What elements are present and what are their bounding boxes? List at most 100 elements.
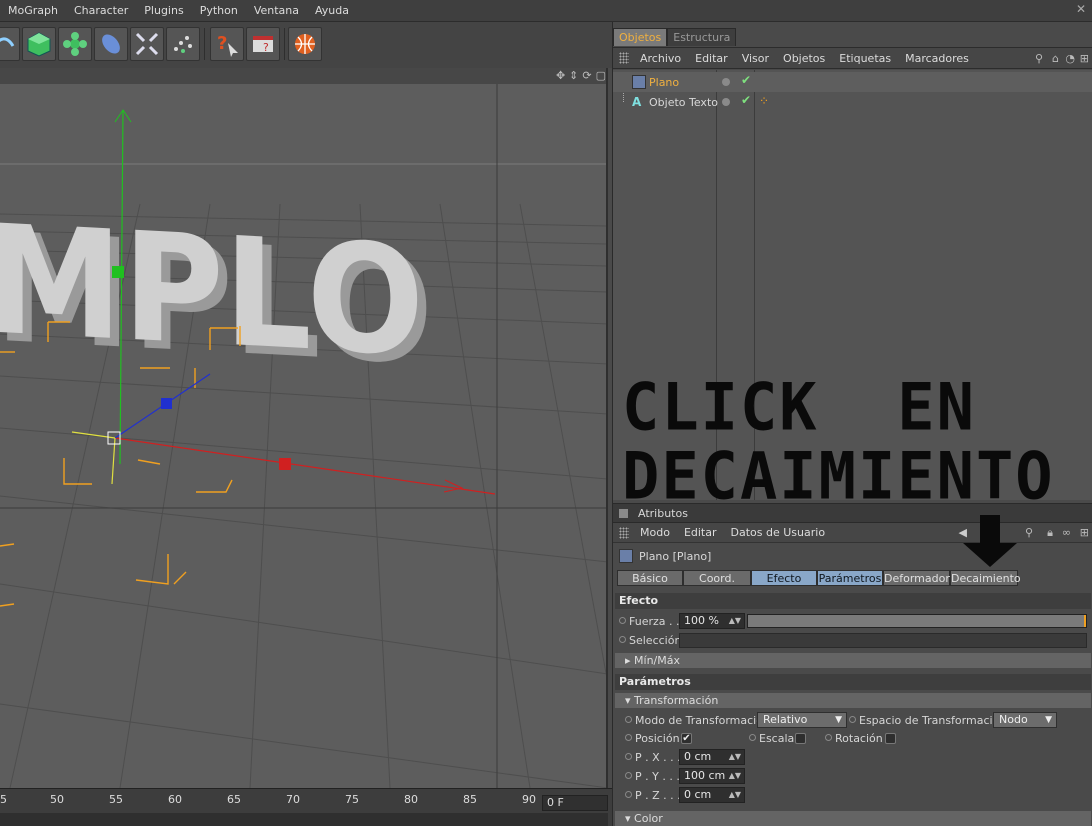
modo-transformacion-label: Modo de Transformación <box>625 714 770 727</box>
section-efecto[interactable]: Efecto <box>615 593 1091 609</box>
particle-tool-button[interactable] <box>166 27 200 61</box>
visibility-dot[interactable] <box>722 78 730 86</box>
fuerza-field[interactable]: 100 % ▲▼ <box>679 613 745 629</box>
tab-deformador[interactable]: Deformador <box>883 570 950 586</box>
visibility-dot[interactable] <box>722 98 730 106</box>
py-field[interactable]: 100 cm ▲▼ <box>679 768 745 784</box>
escala-checkbox[interactable] <box>795 733 806 744</box>
3d-viewport[interactable]: ✥ ⇕ ⟳ ▢ MPLO MPLO <box>0 68 608 788</box>
menu-marcadores[interactable]: Marcadores <box>898 52 976 65</box>
pz-field[interactable]: 0 cm ▲▼ <box>679 787 745 803</box>
search-icon[interactable]: ⚲ <box>1025 526 1033 539</box>
tab-coord[interactable]: Coord. <box>683 570 751 586</box>
tab-objetos[interactable]: Objetos <box>613 28 668 46</box>
timeline[interactable]: 5 50 55 60 65 70 75 80 85 90 0 F <box>0 788 612 826</box>
menu-character[interactable]: Character <box>66 4 136 17</box>
minmax-group[interactable]: ▸ Mín/Máx <box>615 653 1091 668</box>
menu-objetos[interactable]: Objetos <box>776 52 832 65</box>
posicion-label: Posición <box>625 732 680 745</box>
playback-bar[interactable] <box>0 813 608 826</box>
toolbar-separator <box>204 28 205 60</box>
link-icon[interactable]: ∞ <box>1062 526 1071 539</box>
render-globe-icon <box>295 34 315 54</box>
close-icon[interactable]: ✕ <box>1076 2 1086 16</box>
home-icon[interactable]: ⌂ <box>1052 52 1059 65</box>
deformer-icon <box>102 34 120 54</box>
menu-visor[interactable]: Visor <box>735 52 776 65</box>
zoom-view-icon[interactable]: ⇕ <box>569 69 578 82</box>
transformacion-label: Transformación <box>634 694 719 707</box>
deformer-tool-button[interactable] <box>94 27 128 61</box>
section-parametros[interactable]: Parámetros <box>615 674 1091 690</box>
viewport-scene[interactable]: MPLO MPLO <box>0 84 608 788</box>
menu-modo[interactable]: Modo <box>633 526 677 539</box>
tab-parametros[interactable]: Parámetros <box>817 570 883 586</box>
menu-mograph[interactable]: MoGraph <box>0 4 66 17</box>
search-icon[interactable]: ⚲ <box>1035 52 1043 65</box>
text-object-icon: A <box>632 95 642 109</box>
modo-transformacion-dropdown[interactable]: Relativo ▼ <box>757 712 847 728</box>
px-field[interactable]: 0 cm ▲▼ <box>679 749 745 765</box>
timeline-tick: 80 <box>404 793 418 806</box>
3d-text-object[interactable]: MPLO MPLO <box>0 193 433 399</box>
enabled-check-icon[interactable]: ✔ <box>741 93 751 107</box>
menu-archivo[interactable]: Archivo <box>633 52 688 65</box>
timeline-tick: 60 <box>168 793 182 806</box>
menu-plugins[interactable]: Plugins <box>136 4 191 17</box>
y-axis-handle[interactable] <box>112 266 124 278</box>
new-panel-icon[interactable]: ⊞ <box>1080 52 1089 65</box>
fuerza-slider-handle[interactable] <box>1084 615 1086 627</box>
render-settings-icon: ? <box>253 36 273 54</box>
rotate-view-icon[interactable]: ⟳ <box>582 69 591 82</box>
spline-tool-button[interactable] <box>0 27 20 61</box>
attribute-tabs: Básico Coord. Efecto Parámetros Deformad… <box>617 570 1021 586</box>
current-frame-value: 0 F <box>547 796 564 809</box>
tab-estructura[interactable]: Estructura <box>667 28 737 46</box>
tab-efecto[interactable]: Efecto <box>751 570 817 586</box>
lock-icon[interactable]: 🔒︎ <box>1047 526 1053 540</box>
menu-datos-usuario[interactable]: Datos de Usuario <box>724 526 833 539</box>
pz-value: 0 cm <box>684 788 712 801</box>
material-tag-icon[interactable]: ⁘ <box>759 94 769 108</box>
tab-decaimiento[interactable]: Decaimiento <box>950 570 1021 586</box>
z-axis-handle[interactable] <box>161 398 172 409</box>
render-settings-button[interactable]: ? <box>246 27 280 61</box>
color-group[interactable]: ▾ Color <box>615 811 1091 826</box>
move-view-icon[interactable]: ✥ <box>556 69 565 82</box>
seleccion-link-field[interactable] <box>679 633 1087 648</box>
render-button[interactable] <box>288 27 322 61</box>
rotacion-checkbox[interactable] <box>885 733 896 744</box>
fuerza-value: 100 % <box>684 614 719 627</box>
transformacion-group[interactable]: ▾ Transformación <box>615 693 1091 708</box>
menubar: MoGraph Character Plugins Python Ventana… <box>0 0 1092 22</box>
nurbs-tool-button[interactable] <box>58 27 92 61</box>
menu-python[interactable]: Python <box>192 4 246 17</box>
eye-icon[interactable]: ◔ <box>1065 52 1075 65</box>
help-cursor-icon: ? <box>217 33 238 57</box>
menu-ventana[interactable]: Ventana <box>246 4 307 17</box>
posicion-checkbox[interactable]: ✔ <box>681 733 692 744</box>
current-frame-field[interactable]: 0 F <box>542 795 608 811</box>
py-label: P . Y . . . <box>625 770 680 783</box>
timeline-tick: 65 <box>227 793 241 806</box>
object-row-objeto-texto[interactable]: A Objeto Texto ✔ ⁘ <box>613 92 1092 112</box>
menu-editar[interactable]: Editar <box>688 52 735 65</box>
x-axis-handle[interactable] <box>279 458 291 470</box>
enabled-check-icon[interactable]: ✔ <box>741 73 751 87</box>
object-manager-menu: Archivo Editar Visor Objetos Etiquetas M… <box>613 47 1092 69</box>
maximize-view-icon[interactable]: ▢ <box>596 69 606 82</box>
tab-basico[interactable]: Básico <box>617 570 683 586</box>
menu-editar-atributos[interactable]: Editar <box>677 526 724 539</box>
object-row-plano[interactable]: Plano ✔ <box>613 72 1092 92</box>
menu-etiquetas[interactable]: Etiquetas <box>832 52 898 65</box>
new-panel-icon[interactable]: ⊞ <box>1080 526 1089 539</box>
pz-label: P . Z . . . <box>625 789 681 802</box>
chevron-down-icon: ▼ <box>835 715 842 725</box>
cube-tool-button[interactable] <box>22 27 56 61</box>
espacio-transformacion-dropdown[interactable]: Nodo ▼ <box>993 712 1057 728</box>
spline-icon <box>0 37 15 47</box>
fuerza-slider[interactable] <box>747 614 1087 628</box>
help-cursor-button[interactable]: ? <box>210 27 244 61</box>
scene-tool-button[interactable] <box>130 27 164 61</box>
menu-ayuda[interactable]: Ayuda <box>307 4 357 17</box>
